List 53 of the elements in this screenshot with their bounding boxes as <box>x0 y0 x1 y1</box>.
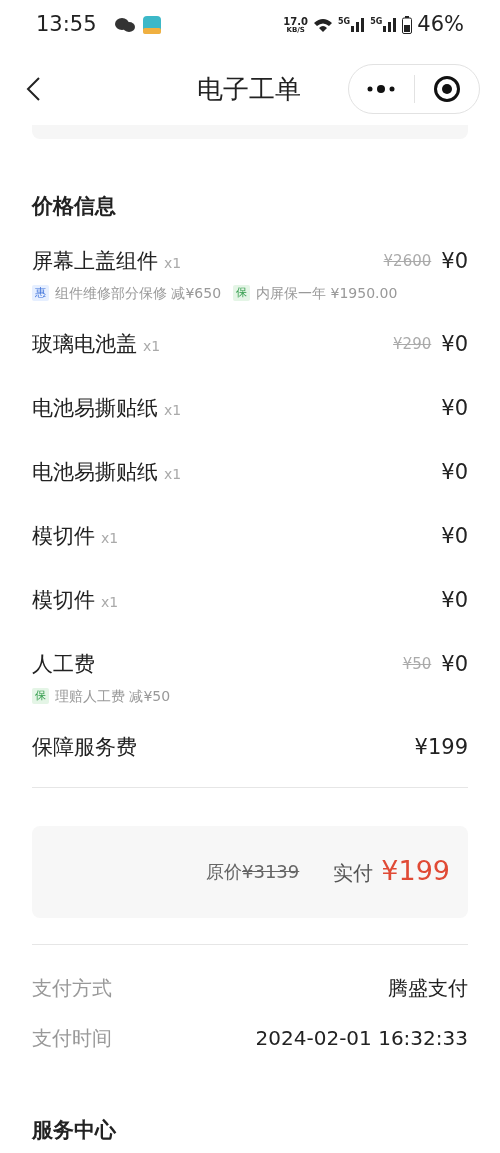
item-price: ¥0 <box>441 458 468 486</box>
section-title: 价格信息 <box>32 193 117 220</box>
battery-level: 46% <box>417 11 464 39</box>
app-icon <box>142 16 161 34</box>
item-name: 模切件 <box>32 586 95 614</box>
tag-text: 内屏保一年 ¥1950.00 <box>256 283 398 303</box>
item-price: ¥0 <box>441 247 468 275</box>
item-name: 电池易撕贴纸 <box>32 394 158 422</box>
payment-value: 腾盛支付 <box>388 974 468 1002</box>
original-total: 原价¥3139 <box>206 860 300 884</box>
item-name: 模切件 <box>32 522 95 550</box>
target-icon <box>432 75 461 103</box>
item-name: 玻璃电池盖 <box>32 330 137 358</box>
item-quantity: x1 <box>164 401 182 420</box>
network-type: 5G <box>338 18 351 26</box>
item-quantity: x1 <box>101 593 119 612</box>
paid-label: 实付 <box>333 860 374 888</box>
item-quantity: x1 <box>143 337 161 356</box>
item-name: 屏幕上盖组件 <box>32 247 158 275</box>
signal-icon <box>351 18 366 32</box>
item-price: ¥199 <box>414 733 468 761</box>
payment-label: 支付时间 <box>32 1024 112 1052</box>
network-type: 5G <box>370 18 383 26</box>
item-price: ¥0 <box>441 330 468 358</box>
network-speed: 17.0 <box>283 16 309 27</box>
paid-amount: ¥199 <box>381 854 450 889</box>
item-price: ¥0 <box>441 650 468 678</box>
tag-badge: 保 <box>32 687 49 705</box>
original-price: ¥290 <box>393 334 432 356</box>
page-title: 电子工单 <box>197 72 301 106</box>
payment-value: 2024-02-01 16:32:33 <box>255 1024 468 1052</box>
tag-text: 组件维修部分保修 减¥650 <box>55 283 222 303</box>
wifi-icon <box>313 17 334 33</box>
item-quantity: x1 <box>164 465 182 484</box>
original-price: ¥50 <box>402 654 432 676</box>
section-title: 服务中心 <box>32 1116 117 1144</box>
item-name: 电池易撕贴纸 <box>32 458 158 486</box>
payment-label: 支付方式 <box>32 974 112 1002</box>
original-price: ¥2600 <box>383 251 432 273</box>
item-name: 人工费 <box>32 650 95 678</box>
item-price: ¥0 <box>441 586 468 614</box>
tag-text: 理赔人工费 减¥50 <box>55 686 171 706</box>
battery-icon <box>402 16 413 34</box>
item-name: 保障服务费 <box>32 733 137 761</box>
tag-badge: 保 <box>233 284 251 302</box>
item-price: ¥0 <box>441 522 468 550</box>
item-price: ¥0 <box>441 394 468 422</box>
item-quantity: x1 <box>101 529 119 548</box>
item-quantity: x1 <box>164 254 182 273</box>
status-time: 13:55 <box>36 11 97 39</box>
signal-icon <box>383 18 398 32</box>
tag-badge: 惠 <box>32 284 49 302</box>
chat-app-icon <box>114 17 135 33</box>
